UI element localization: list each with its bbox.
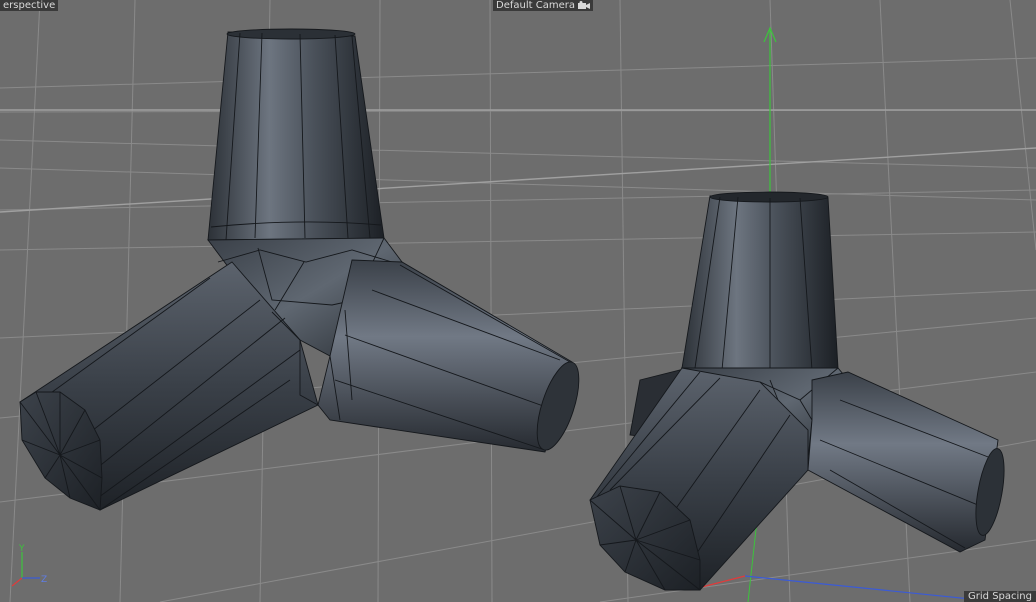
view-projection-label[interactable]: erspective	[0, 0, 59, 11]
camera-name-text: Default Camera	[496, 0, 575, 11]
grid-spacing-label: Grid Spacing	[964, 591, 1036, 602]
3d-viewport[interactable]: Y Z erspective Default Camera Grid Spaci…	[0, 0, 1036, 602]
axis-gizmo-y-label: Y	[18, 544, 25, 554]
camera-icon[interactable]	[577, 1, 590, 10]
axis-gizmo-z-label: Z	[41, 575, 47, 585]
viewport-scene[interactable]: Y Z	[0, 0, 1036, 602]
camera-name-label[interactable]: Default Camera	[493, 0, 593, 11]
viewport-background	[0, 0, 1036, 602]
